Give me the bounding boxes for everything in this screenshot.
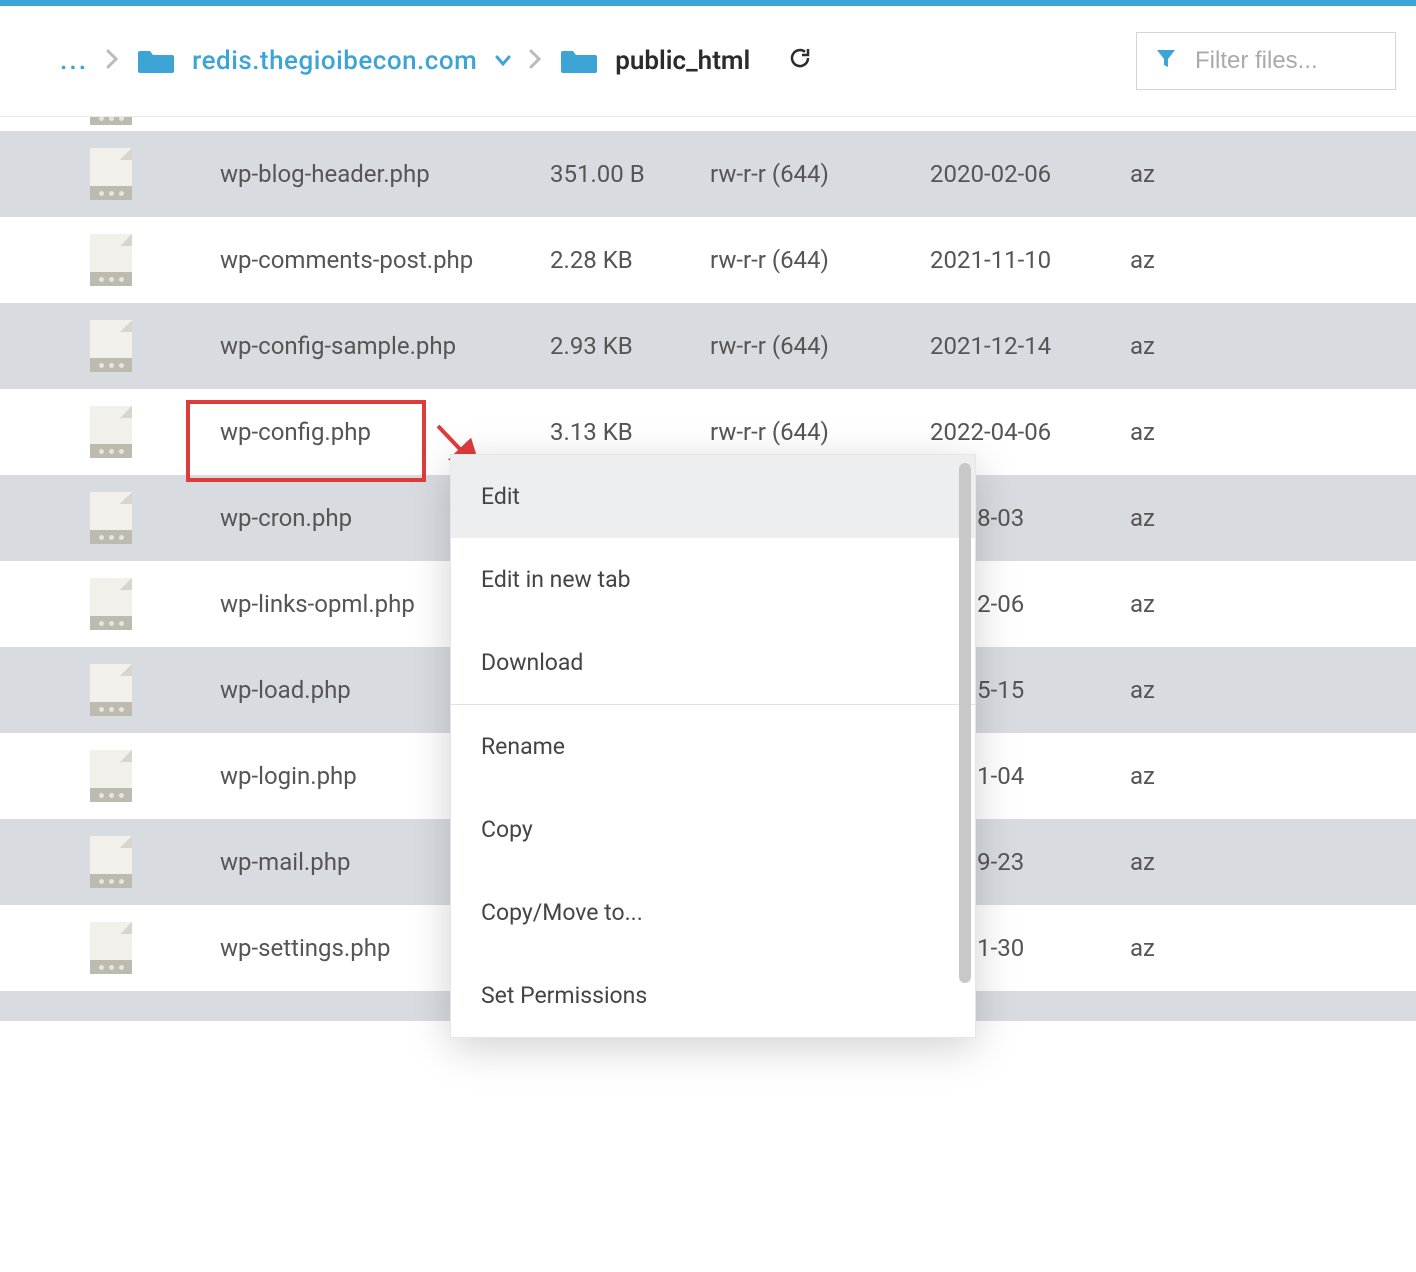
file-permissions: rw-r-r (644)	[710, 418, 930, 446]
file-date: 2021-12-14	[930, 332, 1130, 360]
breadcrumb: ... redis.thegioibecon.com public_html	[0, 6, 1416, 117]
breadcrumb-ellipsis[interactable]: ...	[60, 46, 88, 76]
breadcrumb-domain[interactable]: redis.thegioibecon.com	[192, 46, 477, 76]
file-date: 2021-11-10	[930, 246, 1130, 274]
file-date: 2020-02-06	[930, 160, 1130, 188]
context-menu-copy-move[interactable]: Copy/Move to...	[451, 871, 975, 954]
filter-icon	[1155, 48, 1177, 74]
table-row[interactable]: wp-blog-header.php 351.00 B rw-r-r (644)…	[0, 131, 1416, 217]
file-permissions: rw-r-r (644)	[710, 160, 930, 188]
context-menu-scrollbar[interactable]	[959, 463, 971, 983]
file-size: 351.00 B	[550, 160, 710, 188]
file-name: wp-config-sample.php	[200, 332, 550, 360]
context-menu-rename[interactable]: Rename	[451, 705, 975, 788]
context-menu: Edit Edit in new tab Download Rename Cop…	[450, 454, 976, 1038]
file-permissions: rw-r-r (644)	[710, 246, 930, 274]
breadcrumb-current[interactable]: public_html	[615, 46, 750, 76]
file-name: wp-comments-post.php	[200, 246, 550, 274]
file-size: 2.93 KB	[550, 332, 710, 360]
file-owner: az	[1130, 504, 1210, 532]
context-menu-edit-new-tab[interactable]: Edit in new tab	[451, 538, 975, 621]
filter-input[interactable]	[1195, 47, 1355, 75]
file-name: wp-blog-header.php	[200, 160, 550, 188]
file-icon	[90, 148, 200, 200]
table-row[interactable]: wp-comments-post.php 2.28 KB rw-r-r (644…	[0, 217, 1416, 303]
file-owner: az	[1130, 676, 1210, 704]
file-icon	[90, 492, 200, 544]
context-menu-edit[interactable]: Edit	[451, 455, 975, 538]
file-size: 2.28 KB	[550, 246, 710, 274]
context-menu-copy[interactable]: Copy	[451, 788, 975, 871]
file-date: 2022-04-06	[930, 418, 1130, 446]
file-owner: az	[1130, 418, 1210, 446]
folder-icon	[561, 47, 597, 75]
file-owner: az	[1130, 160, 1210, 188]
file-icon	[90, 234, 200, 286]
table-row[interactable]: wp-activate.php 7.00 KB rw-r-r (644) 202…	[0, 117, 1416, 131]
file-owner: az	[1130, 848, 1210, 876]
file-owner: az	[1130, 246, 1210, 274]
refresh-icon[interactable]	[788, 46, 812, 76]
chevron-right-icon	[106, 49, 120, 74]
file-icon	[90, 922, 200, 974]
file-owner: az	[1130, 934, 1210, 962]
file-size: 3.13 KB	[550, 418, 710, 446]
folder-icon	[138, 47, 174, 75]
filter-box	[1136, 32, 1396, 90]
context-menu-set-permissions[interactable]: Set Permissions	[451, 954, 975, 1037]
file-permissions: rw-r-r (644)	[710, 332, 930, 360]
file-icon	[90, 664, 200, 716]
file-icon	[90, 578, 200, 630]
table-row[interactable]: wp-config-sample.php 2.93 KB rw-r-r (644…	[0, 303, 1416, 389]
file-name: wp-config.php	[200, 418, 550, 446]
file-owner: az	[1130, 332, 1210, 360]
file-owner: az	[1130, 590, 1210, 618]
chevron-down-icon[interactable]	[495, 51, 511, 72]
file-owner: az	[1130, 762, 1210, 790]
chevron-right-icon	[529, 49, 543, 74]
file-icon	[90, 750, 200, 802]
file-icon	[90, 836, 200, 888]
file-icon	[90, 406, 200, 458]
file-icon	[90, 320, 200, 372]
context-menu-download[interactable]: Download	[451, 621, 975, 704]
